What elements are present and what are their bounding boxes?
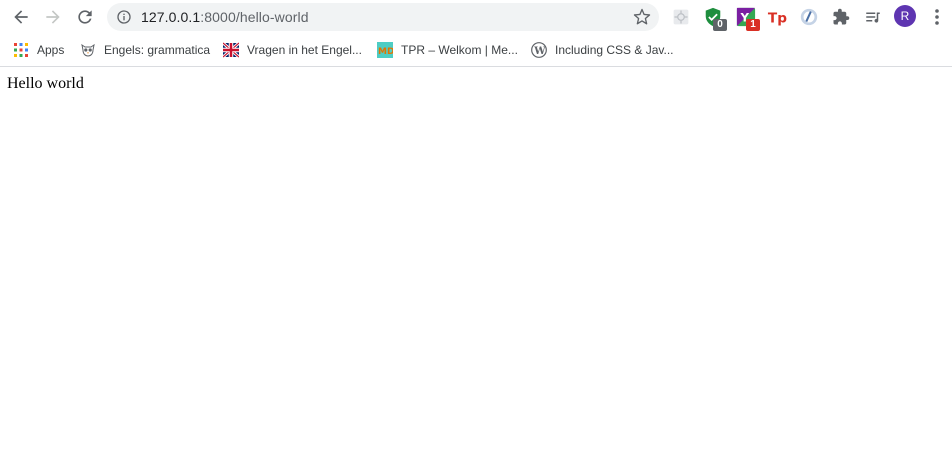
- url-text[interactable]: 127.0.0.1:8000/hello-world: [141, 3, 309, 31]
- puzzle-extensions-icon[interactable]: [830, 6, 852, 28]
- bookmark-label: Engels: grammatica: [104, 43, 211, 57]
- reload-button[interactable]: [71, 3, 99, 31]
- svg-text:MD: MD: [378, 47, 393, 57]
- md-icon: MD: [377, 42, 393, 58]
- circle-extension-icon[interactable]: [798, 6, 820, 28]
- dev-tools-extension-icon[interactable]: [670, 6, 692, 28]
- url-path: :8000/hello-world: [200, 9, 309, 25]
- apps-grid-icon: [14, 43, 28, 57]
- bookmark-star-icon[interactable]: [633, 8, 651, 26]
- profile-avatar[interactable]: R: [894, 5, 916, 27]
- svg-text:Tp: Tp: [768, 10, 787, 26]
- url-host: 127.0.0.1: [141, 9, 201, 25]
- reload-icon: [78, 10, 92, 24]
- owl-icon: [81, 43, 95, 57]
- wordpress-icon: W: [531, 42, 547, 58]
- bookmarks-bar: Apps Engels: grammatica Vragen in het En…: [0, 34, 952, 67]
- more-menu-icon[interactable]: [929, 7, 945, 27]
- page-content: Hello world: [0, 67, 952, 464]
- address-bar[interactable]: 127.0.0.1:8000/hello-world: [107, 3, 659, 31]
- bookmark-including-css[interactable]: W Including CSS & Jav...: [531, 38, 674, 62]
- bookmark-label: Apps: [37, 43, 65, 57]
- bookmark-label: TPR – Welkom | Me...: [401, 43, 518, 57]
- extension-badge: 0: [713, 19, 727, 31]
- extension-badge: 1: [746, 19, 760, 31]
- svg-text:W: W: [533, 46, 546, 57]
- bookmark-vragen-engels[interactable]: Vragen in het Engel...: [223, 38, 362, 62]
- reading-list-icon[interactable]: [862, 6, 884, 28]
- back-button[interactable]: [7, 3, 35, 31]
- bookmark-engels-grammatica[interactable]: Engels: grammatica: [80, 38, 210, 62]
- hello-text: Hello world: [7, 75, 84, 92]
- bookmark-apps[interactable]: Apps: [13, 38, 64, 62]
- bookmark-tpr-welkom[interactable]: MD TPR – Welkom | Me...: [377, 38, 518, 62]
- forward-button[interactable]: [39, 3, 67, 31]
- arrow-right-icon: [46, 10, 60, 24]
- info-icon[interactable]: [116, 9, 132, 25]
- shield-check-extension-icon[interactable]: 0: [702, 6, 727, 31]
- arrow-left-icon: [14, 10, 28, 24]
- bookmark-label: Vragen in het Engel...: [247, 43, 362, 57]
- y-extension-icon[interactable]: Y 1: [735, 6, 760, 31]
- browser-toolbar: 127.0.0.1:8000/hello-world 0 Y 1 Tp R: [0, 0, 952, 34]
- uk-flag-icon: [223, 42, 239, 58]
- tp-extension-icon[interactable]: Tp: [766, 6, 788, 28]
- bookmark-label: Including CSS & Jav...: [555, 43, 674, 57]
